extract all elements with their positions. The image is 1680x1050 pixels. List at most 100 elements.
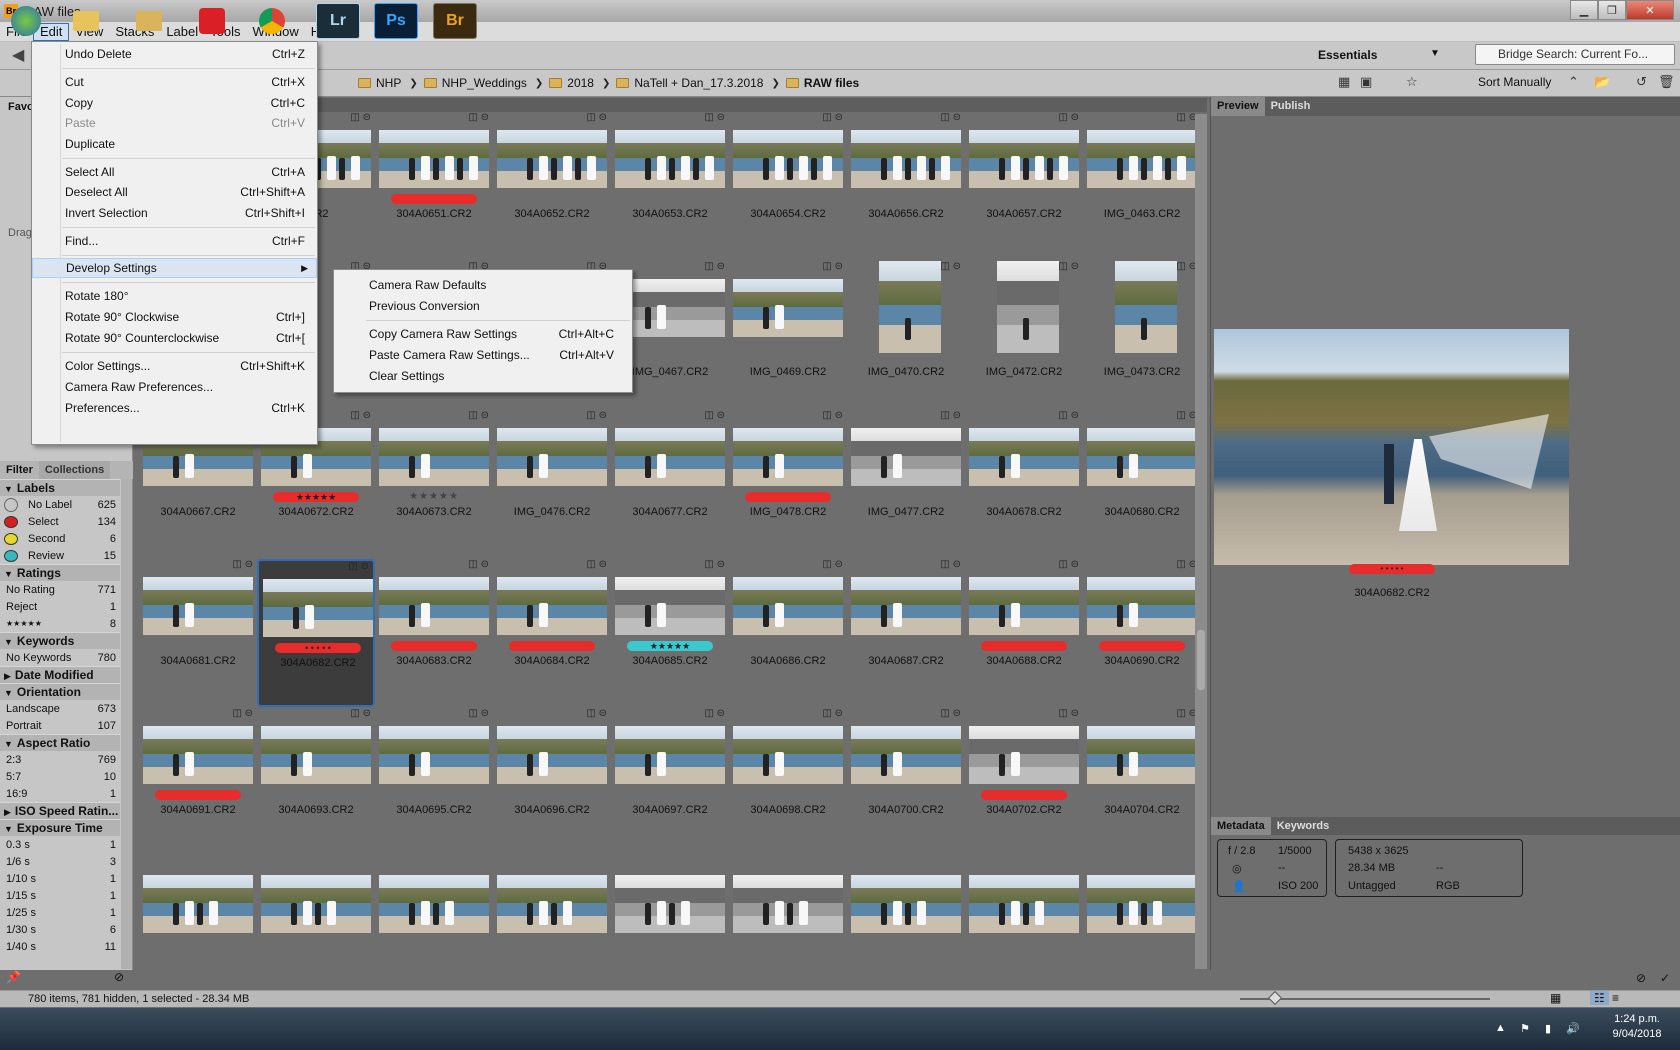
thumbnail-image[interactable] xyxy=(1087,428,1197,486)
thumbnail-cell[interactable]: ◫ ⊝ • • • • • 304A0682.CR2 xyxy=(257,559,375,707)
thumbnail-cell[interactable] xyxy=(965,857,1083,968)
files-icon[interactable] xyxy=(127,3,171,39)
select-label-bar[interactable] xyxy=(391,641,477,651)
menu-item-select-all[interactable]: Select All Ctrl+A xyxy=(32,162,317,182)
select-label-bar[interactable] xyxy=(981,641,1067,651)
filter-row[interactable]: ★★★★★ 8 xyxy=(0,615,120,632)
menu-item-rotate-ccw[interactable]: Rotate 90° Counterclockwise Ctrl+[ xyxy=(32,328,317,348)
tab-publish[interactable]: Publish xyxy=(1265,97,1317,116)
select-label-bar[interactable] xyxy=(981,790,1067,800)
rating-stars[interactable]: ★★★★★ xyxy=(375,492,493,502)
check-icon[interactable]: ✓ xyxy=(1660,971,1670,985)
thumbnail-filename[interactable]: IMG_0477.CR2 xyxy=(847,506,965,518)
thumbnail-cell[interactable]: ◫ ⊝ 304A0687.CR2 xyxy=(847,559,965,707)
grid-view-icon[interactable]: ▦ xyxy=(1550,991,1561,1005)
filter-row[interactable]: Second 6 xyxy=(0,530,120,547)
thumbnail-filename[interactable]: IMG_0478.CR2 xyxy=(729,506,847,518)
thumbnail-cell[interactable]: ◫ ⊝ 304A0696.CR2 xyxy=(493,708,611,856)
thumbnail-cell[interactable]: ◫ ⊝ 304A0688.CR2 xyxy=(965,559,1083,707)
menu-item-rotate-180[interactable]: Rotate 180° xyxy=(32,286,317,306)
thumbnail-cell[interactable]: ◫ ⊝ 304A0656.CR2 xyxy=(847,112,965,260)
thumbnail-filename[interactable]: IMG_0476.CR2 xyxy=(493,506,611,518)
thumbnail-image[interactable] xyxy=(1087,875,1197,933)
thumbnail-image[interactable] xyxy=(379,726,489,784)
thumbnail-image[interactable] xyxy=(969,726,1079,784)
explorer-icon[interactable] xyxy=(64,3,108,39)
lightroom-icon[interactable]: Lr xyxy=(316,3,360,39)
thumbnail-image[interactable] xyxy=(615,875,725,933)
thumbnail-cell[interactable]: ◫ ⊝ IMG_0476.CR2 xyxy=(493,410,611,558)
thumbnail-cell[interactable]: ◫ ⊝ 304A0652.CR2 xyxy=(493,112,611,260)
thumbnail-image[interactable] xyxy=(733,428,843,486)
thumbnail-image[interactable] xyxy=(851,130,961,188)
pin-icon[interactable]: 📌 xyxy=(6,970,21,984)
clock[interactable]: 1:24 p.m. 9/04/2018 xyxy=(1598,1012,1676,1042)
thumbnail-cell[interactable]: ◫ ⊝ IMG_0472.CR2 xyxy=(965,261,1083,409)
thumbnail-cell[interactable]: ◫ ⊝ IMG_0478.CR2 xyxy=(729,410,847,558)
thumbnail-cell[interactable]: ◫ ⊝ ★★★★★ 304A0685.CR2 xyxy=(611,559,729,707)
select-label-bar[interactable]: • • • • • xyxy=(275,643,361,653)
thumbnail-filename[interactable]: 304A0654.CR2 xyxy=(729,208,847,220)
thumbnail-image[interactable] xyxy=(733,577,843,635)
thumbnail-image[interactable] xyxy=(851,577,961,635)
workspace-switcher[interactable]: Essentials xyxy=(1318,44,1438,66)
thumbnail-image[interactable] xyxy=(143,726,253,784)
menu-item-develop-settings[interactable]: Develop Settings ▶ xyxy=(32,258,317,278)
menu-item-previous-conversion[interactable]: Previous Conversion xyxy=(334,296,632,316)
thumbnail-image[interactable] xyxy=(261,726,371,784)
breadcrumb-nhp[interactable]: NHP ❯ xyxy=(358,76,418,90)
thumbnail-cell[interactable]: ◫ ⊝ 304A0704.CR2 xyxy=(1083,708,1201,856)
tab-preview[interactable]: Preview xyxy=(1211,97,1265,116)
thumbnail-image[interactable] xyxy=(969,875,1079,933)
menu-item-copy[interactable]: Copy Ctrl+C xyxy=(32,93,317,113)
thumbnail-cell[interactable]: ◫ ⊝ IMG_0469.CR2 xyxy=(729,261,847,409)
thumbnail-filename[interactable]: IMG_0463.CR2 xyxy=(1083,208,1201,220)
thumbnail-cell[interactable]: ◫ ⊝ 304A0690.CR2 xyxy=(1083,559,1201,707)
breadcrumb-year[interactable]: 2018 ❯ xyxy=(549,76,610,90)
close-button[interactable]: ✕ xyxy=(1626,0,1674,20)
thumbnail-cell[interactable]: ◫ ⊝ 304A0681.CR2 xyxy=(139,559,257,707)
select-label-bar[interactable] xyxy=(155,790,241,800)
thumbnail-image[interactable] xyxy=(733,875,843,933)
thumbnail-cell[interactable]: ◫ ⊝ 304A0680.CR2 xyxy=(1083,410,1201,558)
thumbnail-filename[interactable]: 304A0678.CR2 xyxy=(965,506,1083,518)
thumbnail-filename[interactable]: 304A0702.CR2 xyxy=(965,804,1083,816)
thumbnail-image[interactable] xyxy=(263,579,373,637)
menu-item-preferences[interactable]: Preferences... Ctrl+K xyxy=(32,398,317,418)
thumbnail-cell[interactable]: ◫ ⊝ 304A0683.CR2 xyxy=(375,559,493,707)
menu-item-camera-raw-defaults[interactable]: Camera Raw Defaults xyxy=(334,275,632,295)
filter-row[interactable]: 1/30 s6 xyxy=(0,921,120,938)
content-scrollbar[interactable] xyxy=(1195,114,1207,969)
thumbnail-cell[interactable]: ◫ ⊝ 304A0686.CR2 xyxy=(729,559,847,707)
menu-item-rotate-cw[interactable]: Rotate 90° Clockwise Ctrl+] xyxy=(32,307,317,327)
thumbnail-image[interactable] xyxy=(379,577,489,635)
thumbnail-image[interactable] xyxy=(997,261,1059,353)
thumbnail-cell[interactable]: ◫ ⊝ 304A0653.CR2 xyxy=(611,112,729,260)
thumbnail-filename[interactable]: 304A0693.CR2 xyxy=(257,804,375,816)
menu-item-color-settings[interactable]: Color Settings... Ctrl+Shift+K xyxy=(32,356,317,376)
menu-item-cut[interactable]: Cut Ctrl+X xyxy=(32,72,317,92)
thumbnail-filename[interactable]: 304A0681.CR2 xyxy=(139,655,257,667)
thumbnail-image[interactable] xyxy=(1115,261,1177,353)
thumbnail-cell[interactable]: ◫ ⊝ IMG_0473.CR2 xyxy=(1083,261,1201,409)
thumbnail-image[interactable] xyxy=(497,130,607,188)
volume-icon[interactable]: 🔊 xyxy=(1566,1022,1580,1035)
thumbnail-filename[interactable]: IMG_0470.CR2 xyxy=(847,366,965,378)
filter-row[interactable]: 2:3 769 xyxy=(0,751,120,768)
filter-section-aspect-ratio[interactable]: ▼ Aspect Ratio xyxy=(0,734,120,751)
open-folder-icon[interactable]: 📂 xyxy=(1594,74,1610,90)
preview-image[interactable] xyxy=(1214,329,1569,565)
thumbnail-filename[interactable]: IMG_0469.CR2 xyxy=(729,366,847,378)
thumbnail-cell[interactable] xyxy=(493,857,611,968)
thumbnail-image[interactable] xyxy=(143,577,253,635)
breadcrumb-weddings[interactable]: NHP_Weddings ❯ xyxy=(423,76,543,90)
thumbnail-filename[interactable]: 304A0651.CR2 xyxy=(375,208,493,220)
thumbnail-cell[interactable] xyxy=(1083,857,1201,968)
thumbnail-image[interactable] xyxy=(143,875,253,933)
thumbnail-image[interactable] xyxy=(733,279,843,337)
clear-filter-icon[interactable]: ⊘ xyxy=(114,970,124,984)
detail-view-icon[interactable]: ≡ xyxy=(1612,991,1619,1005)
thumbnail-cell[interactable]: ◫ ⊝ 304A0700.CR2 xyxy=(847,708,965,856)
no-icon[interactable]: ⊘ xyxy=(1636,971,1646,985)
filter-section-iso[interactable]: ▶ ISO Speed Ratin... xyxy=(0,802,120,819)
